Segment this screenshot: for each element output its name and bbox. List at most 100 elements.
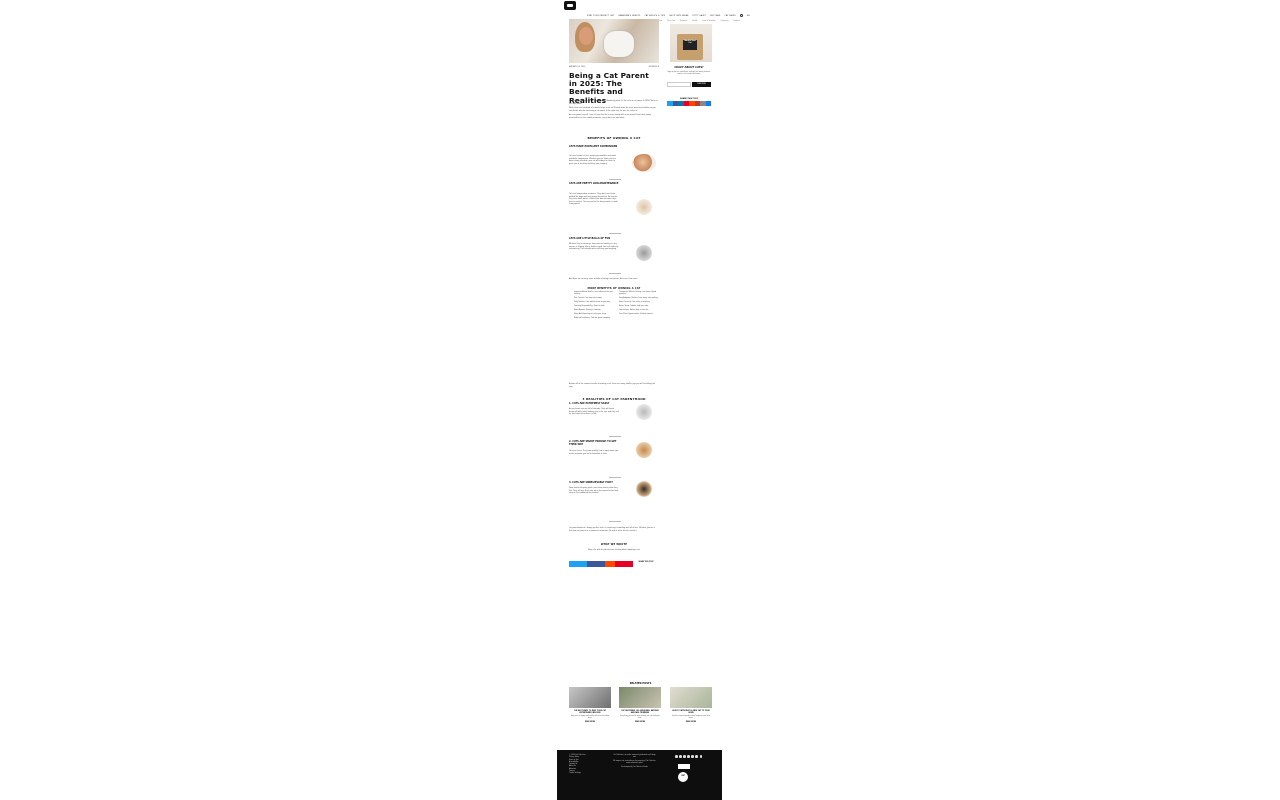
footer-text: Site designed by Cat Collective Studio. [621,767,648,769]
related-image[interactable] [670,687,712,708]
share-label: SHARE THIS POST [633,561,659,567]
related-post[interactable]: CAT GROOMING 101: BRUSHING, BATHING AND … [619,687,661,723]
read-more-link[interactable]: READ MORE [569,722,611,723]
threads-icon[interactable] [699,755,703,758]
newsletter-title: CRAZY ABOUT CATS? [674,66,704,69]
nav-item[interactable]: SHOP CATS WEAR [669,15,688,17]
read-more-link[interactable]: READ MORE [670,722,712,723]
reality-title: 2. CATS ARE SMART ENOUGH TO GET THEIR WA… [569,440,617,446]
footer-text: Cat Collective is an online community de… [613,755,656,759]
benefits-heading: BENEFITS OF OWNING A CAT [587,136,641,140]
related-desc: Tips for a smooth transition when bringi… [671,716,711,719]
post-meta: JANUARY 14, 2025 CAT ADVICE [569,66,659,68]
pinterest-icon[interactable] [691,755,694,758]
nav-item[interactable]: CAT ADVICE & TIPS [644,15,665,17]
newsletter-email-input[interactable] [667,82,691,87]
post-date: JANUARY 14, 2025 [569,66,586,68]
nav-item[interactable]: FIND YOUR PERFECT CAT [587,15,614,17]
list-item: Therapeutic Effects: Petting a cat lower… [619,292,659,297]
related-post[interactable]: HOW TO INTRODUCE A NEW CAT TO YOUR HOME … [670,687,712,723]
nav-item[interactable]: CAT CARE [710,15,721,17]
list-item: Easy Adoption: Shelters have many cats w… [619,298,659,300]
related-image[interactable] [619,687,661,708]
list-item: Reduced Loneliness: Cats are great compa… [574,318,614,320]
sub-nav-item[interactable]: Products [733,21,740,22]
nav-item[interactable]: KITTY SAINT [693,15,706,17]
benefit-text: Whether they're chasing a laser pointer,… [569,243,619,251]
tiktok-icon[interactable] [683,755,686,758]
more-benefits-outro: Besides all of the serious benefits of o… [569,383,655,388]
footer-link[interactable]: Cookie Settings [569,773,599,775]
list-item: Daily Routine: Cats add structure to you… [574,302,614,304]
sub-nav-item[interactable]: Health [692,21,697,22]
facebook-icon[interactable] [675,755,678,758]
related-title[interactable]: CAT GROOMING 101: BRUSHING, BATHING AND … [619,711,661,715]
list-item: Teaching Responsibility: Great for kids. [574,306,614,308]
benefits-outro: And there are so many more benefits of b… [569,278,638,280]
nav-item[interactable]: GRANDMA'S GREETS [618,15,640,17]
list-item: Cute Photo Opportunities: Endless conten… [619,314,659,316]
reality-image [632,441,656,459]
main-nav: FIND YOUR PERFECT CAT GRANDMA'S GREETS C… [587,14,750,17]
realities-heading: 3 REALITIES OF CAT PARENTHOOD [582,397,646,401]
footer-links: © 2025 Cat Collective Privacy Policy Ter… [569,755,599,776]
benefit-title: CATS ARE LITTLE BALLS OF FUN [569,237,611,240]
sub-nav-item[interactable]: Kitty Care [667,21,675,22]
benefit-image [632,198,656,216]
list-item: Mood Booster: Purring is calming. [574,310,614,312]
lang-selector[interactable]: EN [747,15,750,17]
what-we-wrote-heading: WHAT WE WROTE [600,543,628,546]
related-title[interactable]: THE BEST WAYS TO KEEP YOUR CAT ENTERTAIN… [569,711,611,715]
post-outro: Cat parenthood isn't always perfect, but… [569,527,655,532]
post-category[interactable]: CAT ADVICE [648,66,659,68]
what-we-wrote-text: Share this with friends who are thinking… [587,549,641,551]
sidebar-share-buttons [667,101,711,110]
pinterest-share-button[interactable] [615,561,633,567]
read-more-link[interactable]: READ MORE [619,722,661,723]
list-item: Improved Mental Health: Cats reduce stre… [574,292,614,297]
benefit-text: Cats are known for their unique personal… [569,155,617,165]
benefit-image [632,244,656,262]
related-post[interactable]: THE BEST WAYS TO KEEP YOUR CAT ENTERTAIN… [569,687,611,723]
related-image[interactable] [569,687,611,708]
more-benefits-heading: MORE BENEFITS OF OWNING A CAT [587,287,641,290]
related-heading: RELATED POSTS [629,682,652,685]
certification-badge: CERT [678,772,688,782]
social-icons [675,755,715,758]
nav-item[interactable]: CAT NEWS [724,15,735,17]
list-item: Home Security: Cats notice everything. [619,302,659,304]
intro: Curious about the benefits of owning a c… [569,100,659,122]
reality-image [632,403,656,421]
subscribe-button[interactable]: SUBSCRIBE [692,82,711,87]
intro-paragraph: While there are hundreds of reasons to g… [569,107,656,112]
search-icon[interactable] [739,14,743,17]
benefit-image [632,154,656,172]
related-title[interactable]: HOW TO INTRODUCE A NEW CAT TO YOUR HOME [670,711,712,715]
youtube-icon[interactable] [687,755,690,758]
list-item: Convenience Factor: Easy to care for. [619,310,659,312]
instagram-icon[interactable] [679,755,682,758]
intro-paragraph: Curious about the benefits of owning a c… [569,100,658,105]
x-icon[interactable] [695,755,699,758]
more-share-button[interactable] [705,101,711,106]
intro-paragraph: As a cat parent myself, I can tell you t… [569,114,652,119]
site-logo[interactable] [564,1,576,10]
sub-nav-item[interactable]: Grooming [721,21,729,22]
related-desc: Keep your cat happy and healthy with the… [570,716,610,719]
reality-text: Cats are clever. They learn quickly how … [569,450,619,455]
subscribe-badge[interactable]: SUBSCRIBE [678,764,690,769]
footer-social [675,755,715,758]
sub-nav-item[interactable]: Food & Nutrition [703,21,716,22]
benefit-text: Cats are independent creatures. They don… [569,193,618,206]
facebook-share-button[interactable] [587,561,605,567]
sub-nav-item[interactable]: Behavior [680,21,687,22]
reddit-share-button[interactable] [605,561,615,567]
reality-title: 1. CATS ARE EXTREMELY SASSY [569,402,610,405]
reality-text: From food to sleeping spots, cats know e… [569,487,619,495]
more-benefits-left: Improved Mental Health: Cats reduce stre… [571,292,614,322]
benefit-title: CATS ARE PRETTY LOW-MAINTENANCE [569,182,619,185]
twitter-share-button[interactable] [569,561,587,567]
page: FIND YOUR PERFECT CAT GRANDMA'S GREETS C… [557,0,750,800]
footer-text: All images, text, and video are the prop… [613,761,656,765]
benefit-title: CATS MAKE EXCELLENT COMPANIONS [569,145,618,148]
